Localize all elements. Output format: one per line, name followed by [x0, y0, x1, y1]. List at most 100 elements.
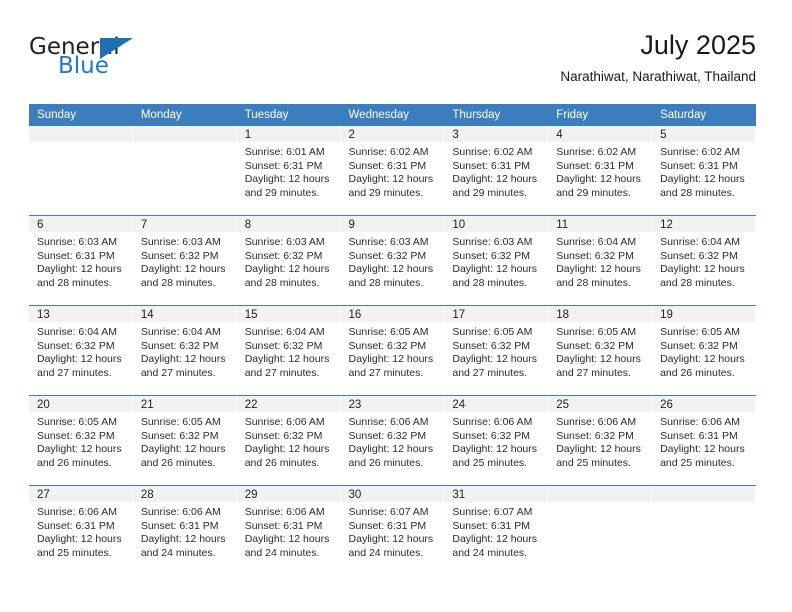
calendar-day-cell[interactable]: 14 Sunrise: 6:04 AM Sunset: 6:32 PM Dayligh…: [132, 305, 237, 396]
day-number: 16: [340, 306, 445, 322]
calendar-day-cell[interactable]: 26 Sunrise: 6:06 AM Sunset: 6:31 PM Dayligh…: [652, 395, 756, 486]
sunrise-text: Sunrise: 6:02 AM: [660, 146, 741, 158]
calendar-day-cell[interactable]: 24 Sunrise: 6:06 AM Sunset: 6:32 PM Dayligh…: [444, 395, 549, 486]
calendar-day-cell[interactable]: 19 Sunrise: 6:05 AM Sunset: 6:32 PM Dayligh…: [652, 305, 756, 396]
day-details: Sunrise: 6:03 AM Sunset: 6:32 PM Daylight:…: [341, 232, 445, 290]
calendar-day-cell[interactable]: 20 Sunrise: 6:05 AM Sunset: 6:32 PM Dayligh…: [29, 395, 133, 486]
calendar-day-cell[interactable]: 17 Sunrise: 6:05 AM Sunset: 6:32 PM Dayligh…: [444, 305, 549, 396]
calendar-day-cell[interactable]: 8 Sunrise: 6:03 AM Sunset: 6:32 PM Daylight…: [236, 215, 341, 306]
daylight-text-line1: Daylight: 12 hours: [452, 173, 538, 186]
sunset-text: Sunset: 6:32 PM: [244, 339, 323, 352]
calendar-day-cell[interactable]: 18 Sunrise: 6:05 AM Sunset: 6:32 PM Dayligh…: [548, 305, 653, 396]
calendar-day-cell[interactable]: 9 Sunrise: 6:03 AM Sunset: 6:32 PM Daylight…: [340, 215, 445, 306]
day-details: Sunrise: 6:05 AM Sunset: 6:32 PM Daylight:…: [29, 412, 133, 470]
day-number: 4: [548, 126, 653, 142]
calendar-day-cell[interactable]: 30 Sunrise: 6:07 AM Sunset: 6:31 PM Dayligh…: [340, 485, 445, 575]
sunrise-text: Sunrise: 6:03 AM: [348, 236, 429, 248]
calendar-day-cell[interactable]: 29 Sunrise: 6:06 AM Sunset: 6:31 PM Dayligh…: [236, 485, 341, 575]
calendar-day-cell[interactable]: 27 Sunrise: 6:06 AM Sunset: 6:31 PM Dayligh…: [29, 485, 133, 575]
sunrise-text: Sunrise: 6:06 AM: [140, 506, 221, 518]
calendar-day-cell[interactable]: 13 Sunrise: 6:04 AM Sunset: 6:32 PM Dayligh…: [29, 305, 133, 396]
sunrise-text: Sunrise: 6:03 AM: [140, 236, 221, 248]
weekday-header-friday: Friday: [548, 104, 653, 126]
calendar-day-cell[interactable]: 4 Sunrise: 6:02 AM Sunset: 6:31 PM Daylight…: [548, 126, 653, 216]
calendar-day-cell[interactable]: 22 Sunrise: 6:06 AM Sunset: 6:32 PM Dayligh…: [236, 395, 341, 486]
calendar-day-cell[interactable]: 31 Sunrise: 6:07 AM Sunset: 6:31 PM Dayligh…: [444, 485, 549, 575]
sunrise-text: Sunrise: 6:03 AM: [452, 236, 533, 248]
calendar-day-cell[interactable]: 7 Sunrise: 6:03 AM Sunset: 6:32 PM Daylight…: [132, 215, 237, 306]
sunrise-text: Sunrise: 6:04 AM: [660, 236, 741, 248]
calendar-day-cell[interactable]: 21 Sunrise: 6:05 AM Sunset: 6:32 PM Dayligh…: [132, 395, 237, 486]
daylight-text-line2: and 25 minutes.: [660, 456, 735, 469]
sunrise-text: Sunrise: 6:02 AM: [452, 146, 533, 158]
daylight-text-line1: Daylight: 12 hours: [140, 353, 226, 366]
day-number: 23: [340, 396, 445, 412]
daylight-text-line2: and 25 minutes.: [556, 456, 631, 469]
daylight-text-line1: Daylight: 12 hours: [556, 173, 641, 186]
sunrise-text: Sunrise: 6:04 AM: [37, 326, 117, 338]
calendar-day-cell[interactable]: 1 Sunrise: 6:01 AM Sunset: 6:31 PM Daylight…: [236, 126, 341, 216]
sunset-text: Sunset: 6:32 PM: [37, 429, 115, 442]
daylight-text-line2: and 28 minutes.: [556, 276, 631, 289]
daylight-text-line2: and 28 minutes.: [452, 276, 528, 289]
calendar-day-cell[interactable]: 2 Sunrise: 6:02 AM Sunset: 6:31 PM Daylight…: [340, 126, 445, 216]
calendar-day-cell[interactable]: 12 Sunrise: 6:04 AM Sunset: 6:32 PM Dayligh…: [652, 215, 756, 306]
sunset-text: Sunset: 6:32 PM: [348, 339, 427, 352]
calendar-day-cell[interactable]: 5 Sunrise: 6:02 AM Sunset: 6:31 PM Daylight…: [652, 126, 756, 216]
daylight-text-line1: Daylight: 12 hours: [660, 443, 745, 456]
weekday-header-monday: Monday: [132, 104, 237, 126]
calendar-page: General Blue July 2025 Narathiwat, Narat…: [0, 0, 792, 612]
sunrise-text: Sunrise: 6:05 AM: [660, 326, 741, 338]
brand-logo[interactable]: General Blue: [29, 34, 209, 90]
day-number: 9: [340, 216, 445, 232]
calendar-day-cell[interactable]: 6 Sunrise: 6:03 AM Sunset: 6:31 PM Daylight…: [29, 215, 133, 306]
weekday-header-wednesday: Wednesday: [340, 104, 445, 126]
daylight-text-line1: Daylight: 12 hours: [348, 443, 434, 456]
sunset-text: Sunset: 6:31 PM: [37, 519, 115, 532]
sunset-text: Sunset: 6:31 PM: [660, 429, 738, 442]
sunset-text: Sunset: 6:32 PM: [140, 339, 219, 352]
day-details: Sunrise: 6:06 AM Sunset: 6:31 PM Daylight:…: [652, 412, 756, 470]
calendar-day-cell[interactable]: 11 Sunrise: 6:04 AM Sunset: 6:32 PM Dayligh…: [548, 215, 653, 306]
sunset-text: Sunset: 6:32 PM: [660, 339, 738, 352]
daylight-text-line1: Daylight: 12 hours: [244, 353, 330, 366]
daylight-text-line2: and 29 minutes.: [452, 186, 528, 199]
daylight-text-line1: Daylight: 12 hours: [140, 533, 226, 546]
sunrise-text: Sunrise: 6:02 AM: [348, 146, 429, 158]
sunrise-text: Sunrise: 6:02 AM: [556, 146, 637, 158]
day-number: 20: [29, 396, 133, 412]
daylight-text-line1: Daylight: 12 hours: [348, 263, 434, 276]
day-details: Sunrise: 6:02 AM Sunset: 6:31 PM Daylight:…: [548, 142, 652, 200]
sunrise-text: Sunrise: 6:03 AM: [37, 236, 117, 248]
calendar-day-cell[interactable]: 15 Sunrise: 6:04 AM Sunset: 6:32 PM Dayligh…: [236, 305, 341, 396]
daylight-text-line2: and 25 minutes.: [37, 546, 112, 559]
day-details: Sunrise: 6:05 AM Sunset: 6:32 PM Daylight:…: [133, 412, 237, 470]
sunset-text: Sunset: 6:31 PM: [660, 159, 738, 172]
calendar-day-cell[interactable]: 10 Sunrise: 6:03 AM Sunset: 6:32 PM Dayligh…: [444, 215, 549, 306]
calendar-day-cell[interactable]: 3 Sunrise: 6:02 AM Sunset: 6:31 PM Daylight…: [444, 126, 549, 216]
daylight-text-line1: Daylight: 12 hours: [660, 173, 745, 186]
daylight-text-line2: and 27 minutes.: [140, 366, 216, 379]
day-details: Sunrise: 6:02 AM Sunset: 6:31 PM Daylight:…: [341, 142, 445, 200]
day-number: 14: [132, 306, 237, 322]
sunrise-text: Sunrise: 6:07 AM: [452, 506, 533, 518]
daylight-text-line2: and 25 minutes.: [452, 456, 528, 469]
daylight-text-line1: Daylight: 12 hours: [37, 263, 122, 276]
page-subtitle: Narathiwat, Narathiwat, Thailand: [560, 69, 756, 84]
day-number: 7: [132, 216, 237, 232]
calendar-day-cell[interactable]: 28 Sunrise: 6:06 AM Sunset: 6:31 PM Dayligh…: [132, 485, 237, 575]
calendar-day-cell[interactable]: 23 Sunrise: 6:06 AM Sunset: 6:32 PM Dayligh…: [340, 395, 445, 486]
day-details: Sunrise: 6:03 AM Sunset: 6:31 PM Daylight:…: [29, 232, 133, 290]
calendar-day-cell[interactable]: 16 Sunrise: 6:05 AM Sunset: 6:32 PM Dayligh…: [340, 305, 445, 396]
daylight-text-line2: and 24 minutes.: [452, 546, 528, 559]
calendar-day-cell[interactable]: 25 Sunrise: 6:06 AM Sunset: 6:32 PM Dayligh…: [548, 395, 653, 486]
day-number: 6: [29, 216, 133, 232]
day-number: 1: [236, 126, 341, 142]
calendar-week-row: 13 Sunrise: 6:04 AM Sunset: 6:32 PM Dayligh…: [29, 305, 756, 396]
day-details: Sunrise: 6:05 AM Sunset: 6:32 PM Daylight:…: [341, 322, 445, 380]
daylight-text-line1: Daylight: 12 hours: [452, 263, 538, 276]
calendar-week-row: 6 Sunrise: 6:03 AM Sunset: 6:31 PM Daylight…: [29, 215, 756, 306]
day-number: 22: [236, 396, 341, 412]
daylight-text-line1: Daylight: 12 hours: [660, 263, 745, 276]
daylight-text-line2: and 28 minutes.: [660, 276, 735, 289]
